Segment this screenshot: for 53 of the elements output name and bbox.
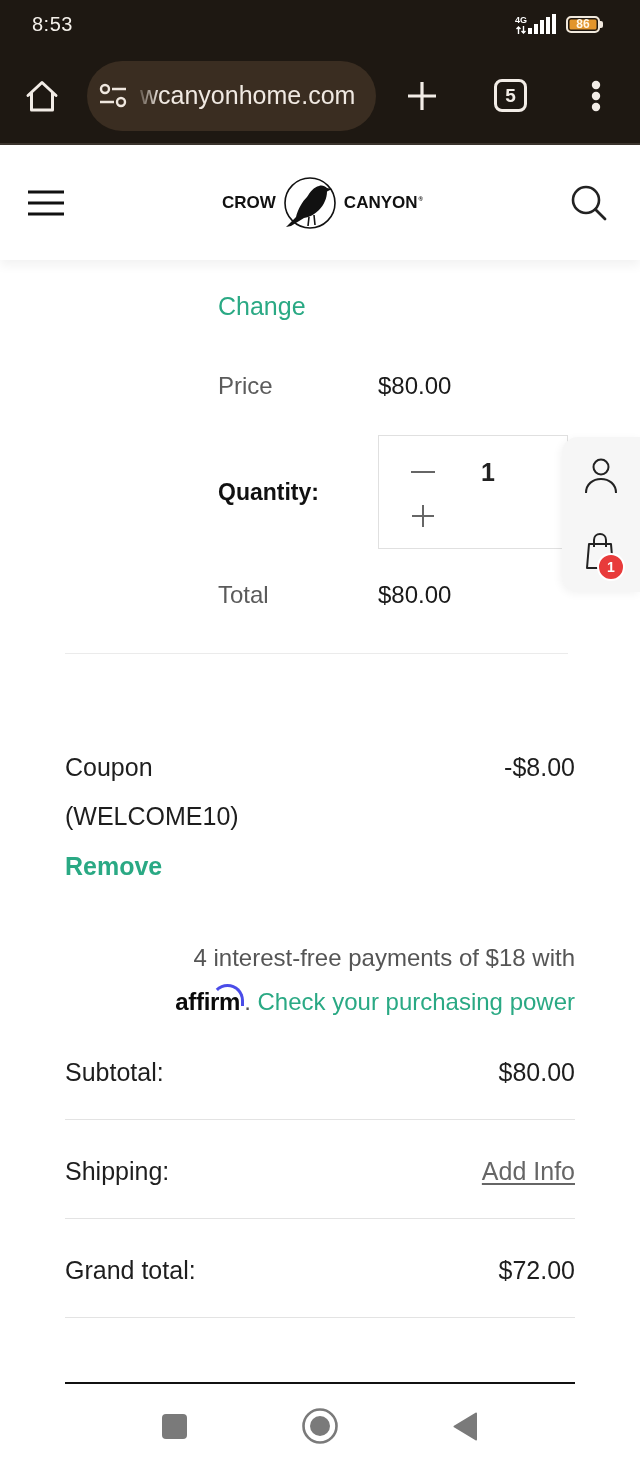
- network-type-text: 4G: [515, 15, 527, 25]
- crow-logo-icon: [282, 175, 337, 230]
- coupon-label: Coupon (WELCOME10): [65, 752, 240, 832]
- total-value: $80.00: [378, 580, 452, 610]
- home-icon: [25, 78, 59, 113]
- address-bar[interactable]: wcanyonhome.com: [87, 60, 376, 131]
- search-icon: [571, 184, 607, 221]
- affirm-logo: affirm: [175, 980, 245, 1024]
- back-icon: [453, 1411, 478, 1441]
- summary-label: Shipping:: [65, 1156, 170, 1187]
- add-info-link[interactable]: Add Info: [481, 1153, 575, 1189]
- quantity-field[interactable]: 1: [481, 456, 495, 488]
- tab-switcher-button[interactable]: 5: [494, 79, 527, 112]
- affirm-link[interactable]: Check your purchasing power: [257, 988, 575, 1015]
- new-tab-button[interactable]: [407, 80, 437, 111]
- brand-name-text: CANYON$^{®}$: [343, 192, 423, 213]
- home-button[interactable]: [25, 78, 59, 113]
- home-nav-button[interactable]: [302, 1408, 338, 1444]
- summary-value: $80.00: [498, 1057, 575, 1088]
- menu-toggle-button[interactable]: [28, 189, 64, 216]
- recents-button[interactable]: [162, 1413, 187, 1439]
- site-settings-icon[interactable]: [98, 82, 128, 109]
- summary-label: Grand total:: [65, 1255, 196, 1286]
- square-icon: [162, 1413, 187, 1439]
- coupon-amount: -$8.00: [504, 752, 575, 783]
- account-button[interactable]: [584, 458, 618, 494]
- cart-button[interactable]: 1: [586, 533, 626, 581]
- signal-icon: [528, 14, 556, 34]
- data-arrows-icon: [516, 26, 526, 34]
- price-label: Price: [218, 371, 274, 401]
- menu-icon: [28, 189, 64, 216]
- status-time: 8:53: [32, 12, 73, 36]
- menu-button[interactable]: [591, 79, 601, 112]
- quantity-label: Quantity:: [218, 478, 320, 507]
- search-button[interactable]: [571, 184, 607, 221]
- affirm-message: 4 interest-free payments of $18 with affirm . Check your purchasing power: [65, 936, 575, 1024]
- brand-name-text: CROW: [222, 192, 276, 213]
- back-button[interactable]: [453, 1411, 478, 1441]
- user-icon: [584, 458, 618, 494]
- price-value: $80.00: [378, 371, 452, 401]
- plus-icon: [412, 505, 434, 527]
- summary-value: $72.00: [498, 1255, 575, 1286]
- minus-icon: [411, 471, 435, 473]
- battery-indicator: 86: [566, 15, 603, 33]
- remove-coupon-link[interactable]: Remove: [65, 852, 163, 880]
- more-vertical-icon: [591, 79, 601, 112]
- plus-icon: [407, 80, 437, 111]
- total-label: Total: [218, 580, 270, 610]
- url-text: wcanyonhome.com: [140, 81, 356, 110]
- change-link[interactable]: Change: [218, 292, 306, 320]
- summary-label: Subtotal:: [65, 1057, 164, 1088]
- cart-count-badge: 1: [597, 553, 625, 581]
- home-circle-icon: [302, 1408, 338, 1444]
